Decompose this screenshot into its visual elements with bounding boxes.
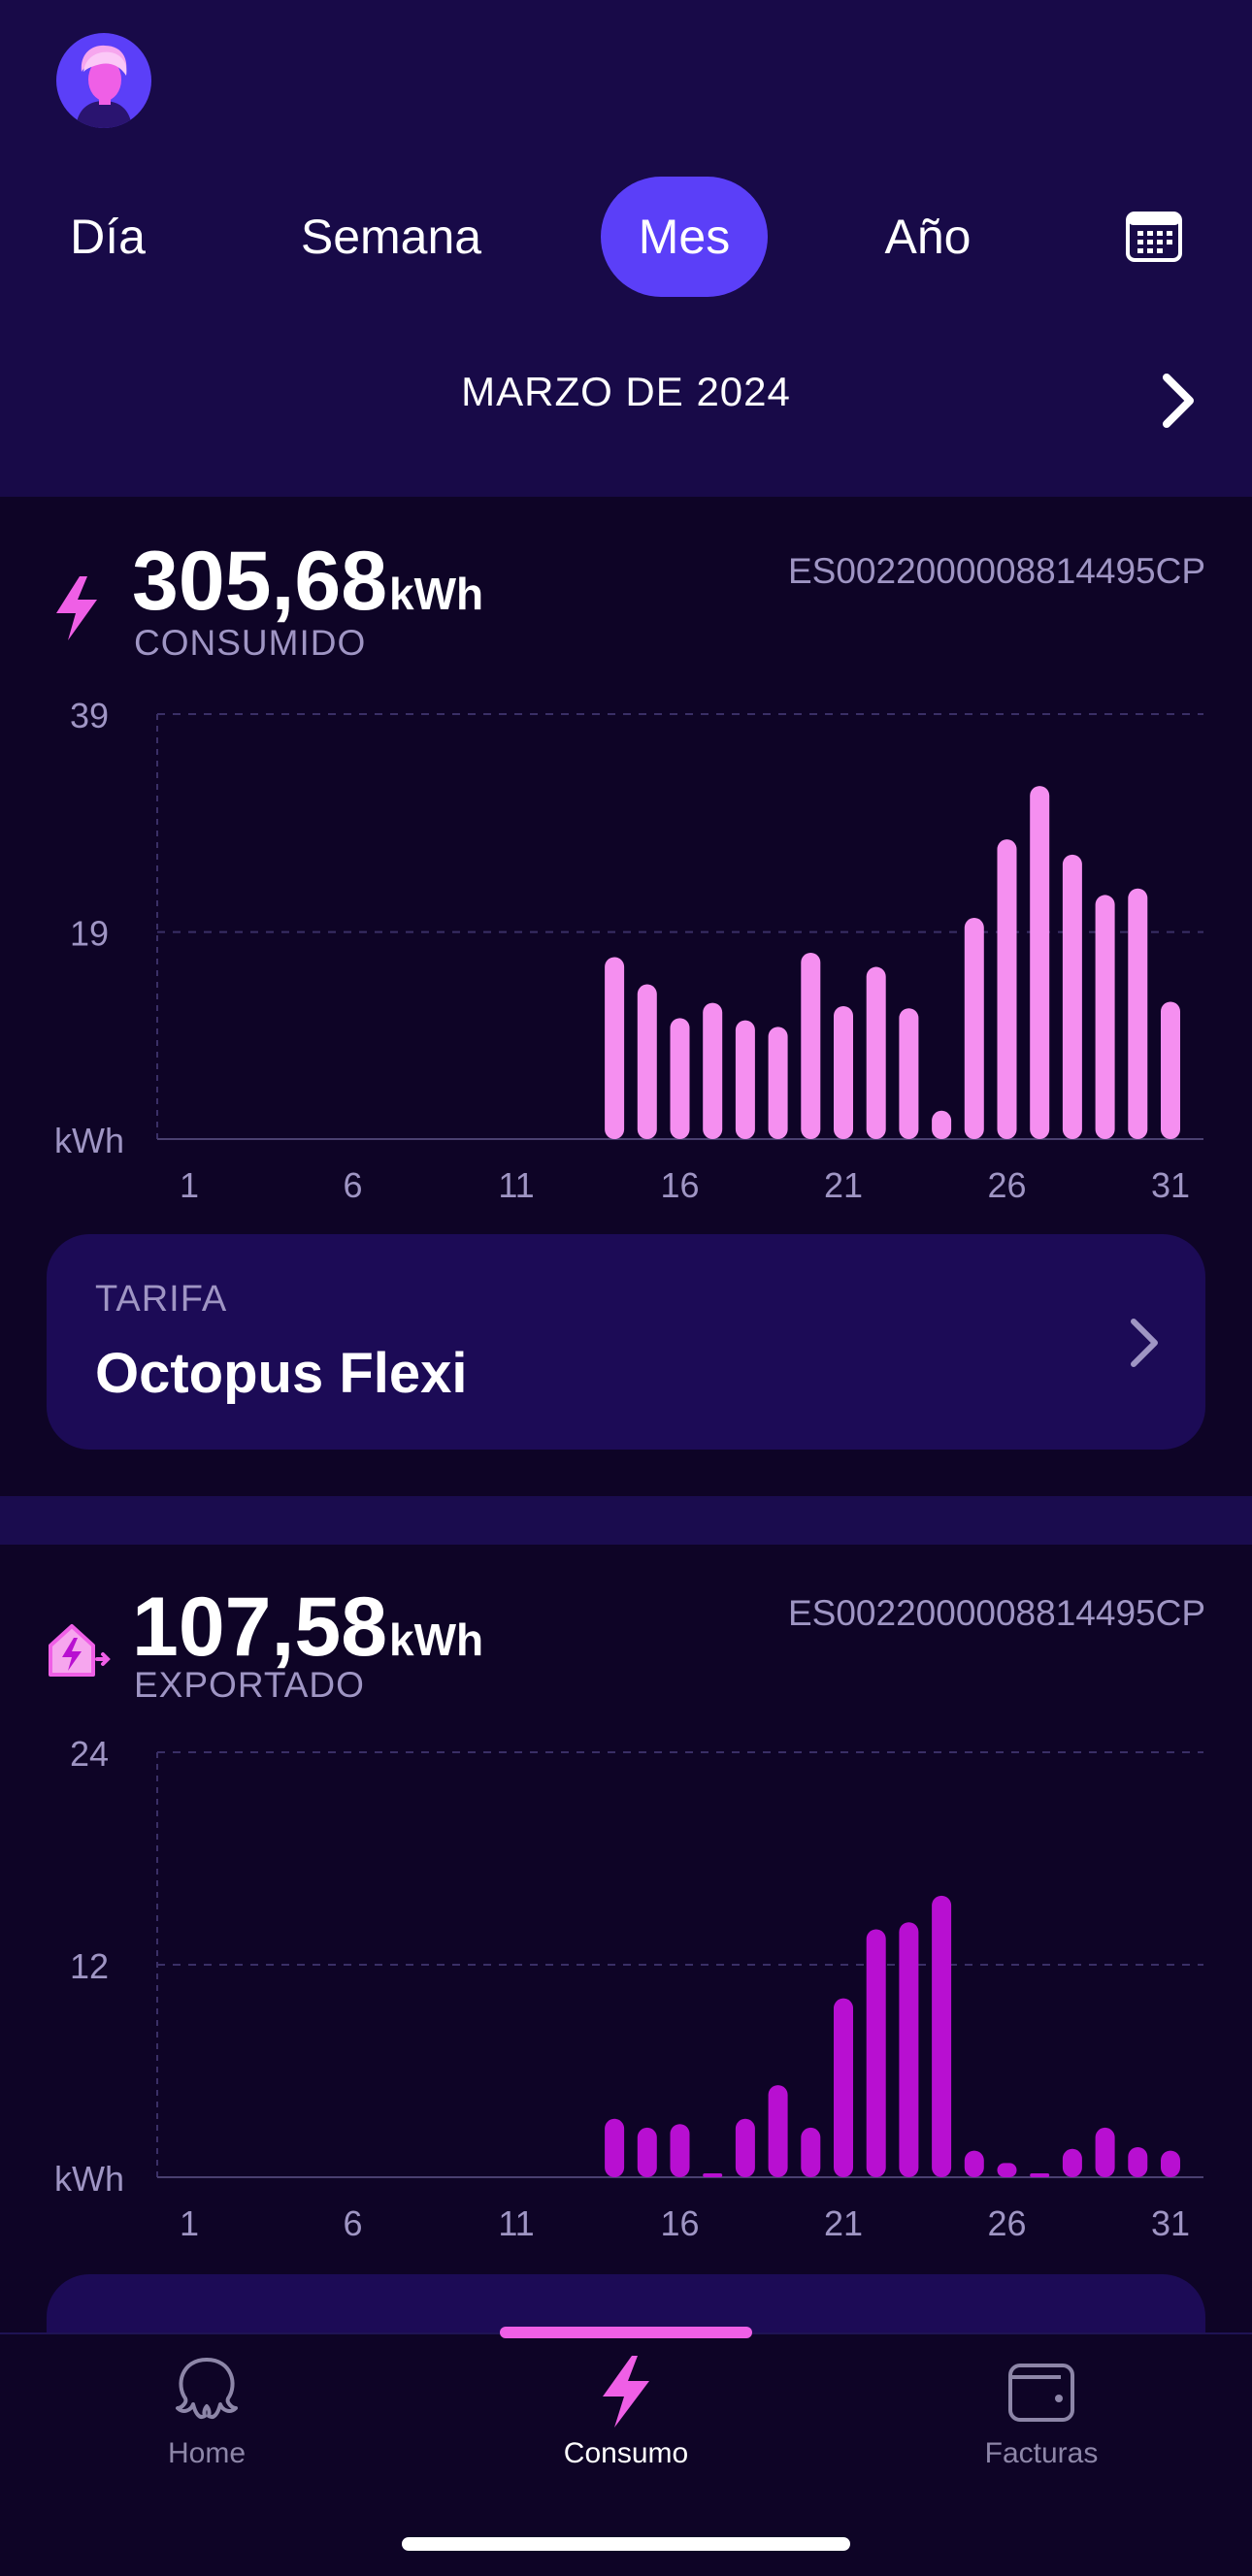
section-divider bbox=[0, 1496, 1252, 1545]
bar[interactable] bbox=[703, 2173, 723, 2177]
bar[interactable] bbox=[932, 1895, 952, 2177]
x-tick-label: 11 bbox=[498, 2203, 534, 2243]
tab-semana[interactable]: Semana bbox=[280, 177, 503, 297]
bar[interactable] bbox=[605, 2118, 625, 2177]
consumption-unit: kWh bbox=[389, 569, 484, 619]
lightning-icon bbox=[603, 2356, 649, 2428]
nav-facturas[interactable]: Facturas bbox=[896, 2352, 1187, 2470]
x-tick-label: 16 bbox=[660, 1165, 699, 1205]
bar[interactable] bbox=[834, 1005, 853, 1139]
bar[interactable] bbox=[605, 957, 625, 1139]
bar[interactable] bbox=[834, 1998, 853, 2177]
nav-home[interactable]: Home bbox=[61, 2352, 352, 2470]
bar[interactable] bbox=[964, 2150, 984, 2177]
bar[interactable] bbox=[1128, 2146, 1148, 2177]
x-tick-label: 21 bbox=[824, 2203, 863, 2243]
nav-home-label: Home bbox=[167, 2437, 247, 2469]
bar[interactable] bbox=[932, 1110, 952, 1139]
active-tab-indicator bbox=[500, 2327, 752, 2338]
bar[interactable] bbox=[1030, 2173, 1050, 2177]
x-tick-label: 6 bbox=[343, 1165, 362, 1205]
export-unit: kWh bbox=[389, 1614, 484, 1665]
header: Día Semana Mes Año MARZO DE 2024 bbox=[0, 0, 1252, 497]
export-chart: 2412kWh1 6 11 16 21 26 31 bbox=[54, 1734, 1203, 2243]
x-tick-label: 31 bbox=[1151, 1165, 1190, 1205]
bar[interactable] bbox=[997, 839, 1017, 1139]
nav-consumo[interactable]: Consumo bbox=[480, 2352, 772, 2470]
export-number: 107,58 bbox=[132, 1581, 388, 1674]
period-tabs: Día Semana Mes Año bbox=[0, 177, 1252, 297]
bar[interactable] bbox=[801, 952, 821, 1139]
lightning-icon bbox=[56, 576, 97, 640]
bar[interactable] bbox=[1128, 888, 1148, 1139]
tab-ano[interactable]: Año bbox=[864, 177, 992, 297]
chevron-right-icon bbox=[1131, 1319, 1158, 1367]
bar[interactable] bbox=[1095, 895, 1115, 1139]
y-unit-label: kWh bbox=[54, 1121, 124, 1160]
tab-mes[interactable]: Mes bbox=[601, 177, 768, 297]
tariff-label: TARIFA bbox=[95, 1279, 228, 1320]
consumption-label: CONSUMIDO bbox=[134, 623, 367, 663]
bar[interactable] bbox=[801, 2127, 821, 2177]
bar[interactable] bbox=[703, 1002, 723, 1139]
bar[interactable] bbox=[1161, 1001, 1180, 1139]
tariff-name: Octopus Flexi bbox=[95, 1342, 468, 1405]
export-label: EXPORTADO bbox=[134, 1665, 365, 1705]
x-tick-label: 26 bbox=[987, 2203, 1026, 2243]
bar[interactable] bbox=[1062, 2148, 1082, 2177]
x-tick-label: 21 bbox=[824, 1165, 863, 1205]
x-tick-label: 11 bbox=[498, 1165, 534, 1205]
x-tick-label: 31 bbox=[1151, 2203, 1190, 2243]
bar[interactable] bbox=[964, 918, 984, 1139]
bar[interactable] bbox=[637, 984, 657, 1139]
x-tick-label: 16 bbox=[660, 2203, 699, 2243]
consumption-section: 305,68kWh CONSUMIDO ES0022000008814495CP… bbox=[0, 497, 1252, 1496]
y-tick-label: 19 bbox=[70, 914, 109, 954]
x-tick-label: 1 bbox=[180, 2203, 199, 2243]
bar[interactable] bbox=[1161, 2150, 1180, 2177]
meter-id: ES0022000008814495CP bbox=[788, 551, 1205, 591]
wallet-icon bbox=[1008, 2364, 1074, 2422]
octopus-icon bbox=[176, 2358, 238, 2419]
calendar-icon[interactable] bbox=[1126, 212, 1182, 262]
y-tick-label: 39 bbox=[70, 696, 109, 735]
x-tick-label: 1 bbox=[180, 1165, 199, 1205]
bar[interactable] bbox=[899, 1008, 919, 1139]
house-export-icon bbox=[49, 1624, 111, 1677]
bar[interactable] bbox=[768, 2085, 788, 2177]
x-tick-label: 6 bbox=[343, 2203, 362, 2243]
bar[interactable] bbox=[1030, 786, 1050, 1139]
bar[interactable] bbox=[997, 2163, 1017, 2177]
bar[interactable] bbox=[768, 1027, 788, 1139]
meter-id: ES0022000008814495CP bbox=[788, 1593, 1205, 1633]
bar[interactable] bbox=[1062, 854, 1082, 1139]
x-tick-label: 26 bbox=[987, 1165, 1026, 1205]
consumption-chart: 3919kWh1 6 11 16 21 26 31 bbox=[54, 696, 1203, 1205]
export-value: 107,58kWh bbox=[132, 1580, 483, 1676]
bar[interactable] bbox=[866, 966, 886, 1139]
tab-dia[interactable]: Día bbox=[49, 177, 167, 297]
consumption-value: 305,68kWh bbox=[132, 534, 483, 630]
bar[interactable] bbox=[670, 1018, 690, 1139]
y-tick-label: 24 bbox=[70, 1734, 109, 1774]
y-unit-label: kWh bbox=[54, 2159, 124, 2199]
bar[interactable] bbox=[637, 2127, 657, 2177]
bar[interactable] bbox=[866, 1929, 886, 2178]
bar[interactable] bbox=[1095, 2127, 1115, 2177]
bar[interactable] bbox=[735, 2118, 755, 2177]
user-avatar[interactable] bbox=[56, 33, 151, 128]
export-section: 107,58kWh EXPORTADO ES0022000008814495CP… bbox=[0, 1545, 1252, 2332]
nav-facturas-label: Facturas bbox=[984, 2437, 1099, 2469]
nav-consumo-label: Consumo bbox=[563, 2437, 689, 2469]
y-tick-label: 12 bbox=[70, 1946, 109, 1986]
bar[interactable] bbox=[735, 1020, 755, 1139]
chevron-right-icon[interactable] bbox=[1155, 372, 1203, 430]
consumption-number: 305,68 bbox=[132, 535, 388, 628]
period-title: MARZO DE 2024 bbox=[461, 369, 791, 414]
home-indicator bbox=[402, 2537, 850, 2551]
bar[interactable] bbox=[899, 1922, 919, 2177]
user-avatar-icon bbox=[76, 45, 132, 128]
tariff-card[interactable]: TARIFA Octopus Flexi bbox=[47, 1234, 1205, 1450]
bar[interactable] bbox=[670, 2124, 690, 2177]
